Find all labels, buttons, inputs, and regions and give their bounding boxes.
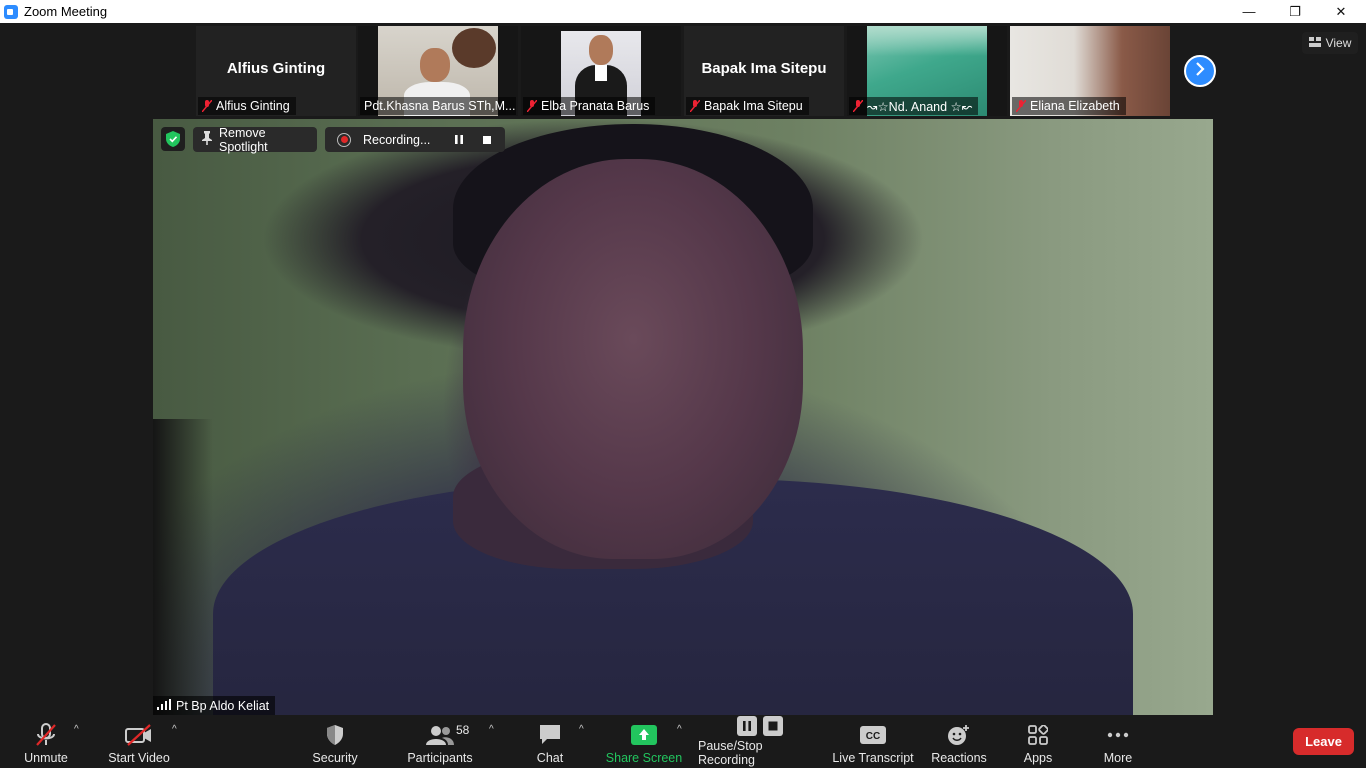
recording-label: Recording... xyxy=(363,132,431,147)
closed-caption-icon: CC xyxy=(860,722,886,748)
more-button[interactable]: More xyxy=(1096,719,1140,765)
close-button[interactable]: ✕ xyxy=(1318,0,1364,23)
speaker-name: Pt Bp Aldo Keliat xyxy=(176,698,270,713)
participants-label: Participants xyxy=(407,751,473,765)
next-page-button[interactable] xyxy=(1184,55,1216,87)
thumbnail-caption: Alfius Ginting xyxy=(198,97,296,115)
chat-button[interactable]: Chat xyxy=(528,719,572,765)
thumbnail-caption: Pdt.Khasna Barus STh,M... xyxy=(360,97,516,115)
video-off-icon xyxy=(125,722,153,748)
restore-button[interactable]: ❐ xyxy=(1272,0,1318,23)
window-title: Zoom Meeting xyxy=(24,4,108,19)
start-video-button[interactable]: Start Video xyxy=(104,719,174,765)
thumbnail-display-name: Alfius Ginting xyxy=(226,60,326,77)
thumbnail-tile[interactable]: Eliana Elizabeth xyxy=(1010,26,1170,116)
chat-options-caret[interactable]: ^ xyxy=(579,724,584,735)
pause-stop-icons xyxy=(737,716,783,736)
unmute-button[interactable]: Unmute xyxy=(18,719,74,765)
security-button[interactable]: Security xyxy=(305,719,365,765)
view-button-label: View xyxy=(1325,36,1352,50)
zoom-app-icon xyxy=(4,4,18,19)
pause-stop-recording-button[interactable]: Pause/Stop Recording xyxy=(698,716,822,767)
thumbnail-caption: Elba Pranata Barus xyxy=(523,97,656,115)
grid-icon xyxy=(1308,36,1321,50)
share-options-caret[interactable]: ^ xyxy=(677,724,682,735)
muted-mic-icon xyxy=(202,100,212,112)
apps-icon xyxy=(1028,722,1048,748)
pause-stop-recording-label: Pause/Stop Recording xyxy=(698,739,763,767)
title-bar: Zoom Meeting — ❐ ✕ xyxy=(0,0,1366,23)
pin-icon xyxy=(201,131,213,148)
audio-options-caret[interactable]: ^ xyxy=(74,724,79,735)
remove-spotlight-label: Remove Spotlight xyxy=(219,125,268,154)
participants-options-caret[interactable]: ^ xyxy=(489,724,494,735)
thumbnail-caption: Eliana Elizabeth xyxy=(1012,97,1126,115)
muted-mic-icon xyxy=(1016,100,1026,112)
thumbnail-caption-text: Bapak Ima Sitepu xyxy=(704,99,803,113)
leave-button[interactable]: Leave xyxy=(1293,728,1354,755)
apps-label: Apps xyxy=(1023,751,1053,765)
thumbnail-tile[interactable]: Bapak Ima Sitepu Bapak Ima Sitepu xyxy=(684,26,844,116)
participants-icon xyxy=(426,722,454,748)
thumbnail-tile[interactable]: ↝☆Nd. Anand ☆↜ xyxy=(847,26,1007,116)
shield-icon xyxy=(326,722,344,748)
share-screen-button[interactable]: Share Screen xyxy=(604,719,684,765)
thumbnail-display-name: Bapak Ima Sitepu xyxy=(701,60,827,77)
muted-mic-icon xyxy=(35,722,57,748)
thumbnail-tile[interactable]: Pdt.Khasna Barus STh,M... xyxy=(358,26,518,116)
reactions-button[interactable]: Reactions xyxy=(928,719,990,765)
muted-mic-icon xyxy=(527,100,537,112)
share-screen-label: Share Screen xyxy=(605,751,683,765)
thumbnail-caption: ↝☆Nd. Anand ☆↜ xyxy=(849,97,979,115)
view-button[interactable]: View xyxy=(1302,32,1358,54)
thumbnail-caption: Bapak Ima Sitepu xyxy=(686,97,809,115)
chat-icon xyxy=(538,722,562,748)
chat-label: Chat xyxy=(536,751,564,765)
spotlight-video xyxy=(153,119,1213,715)
reaction-smiley-icon xyxy=(947,722,971,748)
live-transcript-label: Live Transcript xyxy=(832,751,914,765)
remove-spotlight-button[interactable]: Remove Spotlight xyxy=(193,125,317,154)
muted-mic-icon xyxy=(690,100,700,112)
record-dot-icon xyxy=(337,132,351,147)
video-options-caret[interactable]: ^ xyxy=(172,724,177,735)
share-screen-icon xyxy=(631,722,657,748)
chevron-right-icon xyxy=(1194,61,1206,81)
apps-button[interactable]: Apps xyxy=(1016,719,1060,765)
thumbnail-caption-text: Elba Pranata Barus xyxy=(541,99,650,113)
thumbnail-tile[interactable]: Elba Pranata Barus xyxy=(521,26,681,116)
security-label: Security xyxy=(312,751,358,765)
muted-mic-icon xyxy=(853,100,863,112)
recording-indicator: Recording... xyxy=(325,127,505,152)
more-label: More xyxy=(1103,751,1133,765)
minimize-button[interactable]: — xyxy=(1226,0,1272,23)
speaker-name-caption: Pt Bp Aldo Keliat xyxy=(153,696,276,715)
signal-strength-icon xyxy=(157,698,171,713)
participants-count: 58 xyxy=(456,723,470,737)
more-dots-icon xyxy=(1107,722,1129,748)
thumbnail-caption-text: Eliana Elizabeth xyxy=(1030,99,1120,113)
reactions-label: Reactions xyxy=(931,751,987,765)
start-video-label: Start Video xyxy=(108,751,170,765)
thumbnail-tile[interactable]: Alfius Ginting Alfius Ginting xyxy=(196,26,356,116)
pause-recording-button[interactable] xyxy=(445,127,473,152)
thumbnail-caption-text: ↝☆Nd. Anand ☆↜ xyxy=(867,99,973,114)
thumbnail-caption-text: Pdt.Khasna Barus STh,M... xyxy=(364,99,516,113)
security-shield-icon[interactable] xyxy=(161,127,185,151)
live-transcript-button[interactable]: CC Live Transcript xyxy=(832,719,914,765)
thumbnail-caption-text: Alfius Ginting xyxy=(216,99,290,113)
stop-recording-button[interactable] xyxy=(473,127,501,152)
unmute-label: Unmute xyxy=(24,751,68,765)
svg-text:CC: CC xyxy=(866,731,880,742)
